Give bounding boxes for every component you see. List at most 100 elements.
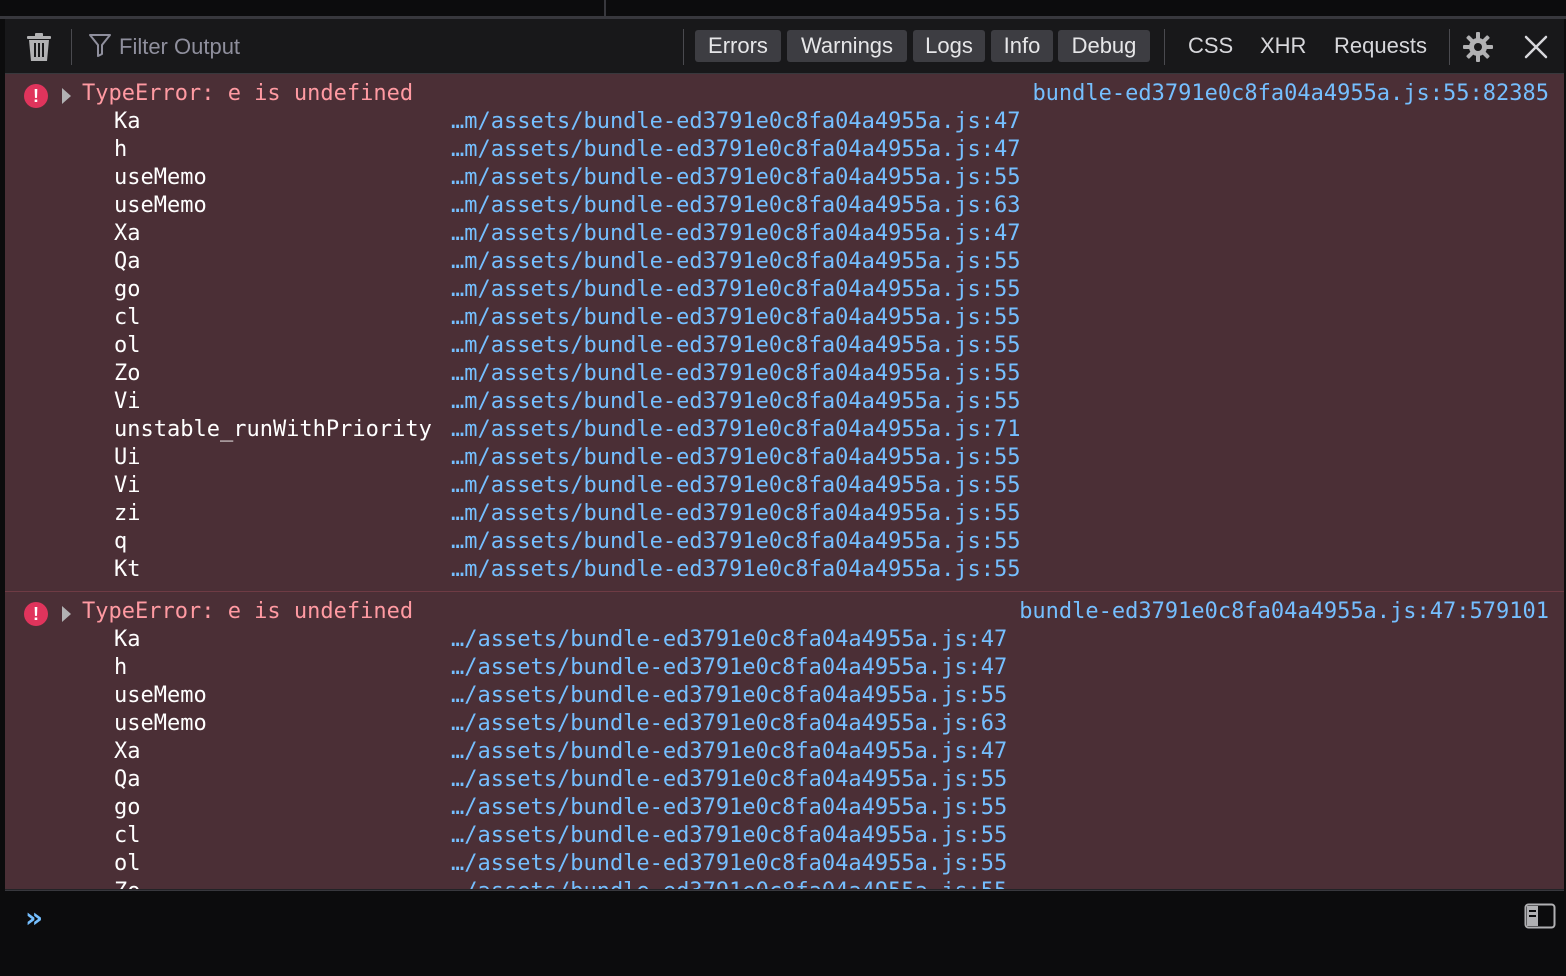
- filter-icon: [89, 33, 111, 61]
- stack-frame: q …m/assets/bundle-ed3791e0c8fa04a4955a.j…: [5, 528, 1564, 556]
- stack-frame: Xa …m/assets/bundle-ed3791e0c8fa04a4955a.…: [5, 220, 1564, 248]
- frame-function-name: ol: [114, 333, 141, 358]
- filter-errors-button[interactable]: Errors: [695, 30, 781, 62]
- stack-frame: zi …m/assets/bundle-ed3791e0c8fa04a4955a.…: [5, 500, 1564, 528]
- frame-source-link[interactable]: …m/assets/bundle-ed3791e0c8fa04a4955a.js…: [451, 108, 1021, 136]
- frame-function-name: go: [114, 277, 141, 302]
- console-toolbar: Errors Warnings Logs Info Debug CSS XHR …: [5, 19, 1564, 74]
- error-icon: !: [24, 602, 48, 626]
- stack-frame: Vi …m/assets/bundle-ed3791e0c8fa04a4955a.…: [5, 388, 1564, 416]
- frame-function-name: cl: [114, 823, 141, 848]
- frame-source-link[interactable]: …/assets/bundle-ed3791e0c8fa04a4955a.js:…: [451, 850, 1007, 878]
- stack-frame: h …/assets/bundle-ed3791e0c8fa04a4955a.js…: [5, 654, 1564, 682]
- frame-source-link[interactable]: …/assets/bundle-ed3791e0c8fa04a4955a.js:…: [451, 738, 1007, 766]
- stack-frame: ol …m/assets/bundle-ed3791e0c8fa04a4955a.…: [5, 332, 1564, 360]
- frame-source-link[interactable]: …/assets/bundle-ed3791e0c8fa04a4955a.js:…: [451, 822, 1007, 850]
- frame-function-name: Kt: [114, 557, 141, 582]
- filter-info-button[interactable]: Info: [991, 30, 1053, 62]
- stack-frame: Ka …m/assets/bundle-ed3791e0c8fa04a4955a.…: [5, 108, 1564, 136]
- stack-trace: Ka …m/assets/bundle-ed3791e0c8fa04a4955a.…: [5, 108, 1564, 584]
- prompt-chevron-icon: »: [25, 901, 44, 934]
- error-text: TypeError: e is undefined: [82, 81, 414, 106]
- error-source-link[interactable]: bundle-ed3791e0c8fa04a4955a.js:55:82385: [1032, 80, 1549, 108]
- filter-xhr-button[interactable]: XHR: [1260, 30, 1306, 62]
- toolbar-separator: [1449, 29, 1450, 65]
- frame-function-name: Xa: [114, 739, 141, 764]
- frame-source-link[interactable]: …m/assets/bundle-ed3791e0c8fa04a4955a.js…: [451, 472, 1021, 500]
- stack-frame: go …m/assets/bundle-ed3791e0c8fa04a4955a.…: [5, 276, 1564, 304]
- expand-arrow-icon[interactable]: [62, 88, 71, 104]
- frame-source-link[interactable]: …m/assets/bundle-ed3791e0c8fa04a4955a.js…: [451, 416, 1021, 444]
- frame-function-name: Vi: [114, 473, 141, 498]
- top-strip-divider: [604, 0, 606, 16]
- filter-css-button[interactable]: CSS: [1188, 30, 1233, 62]
- clear-console-trash-icon[interactable]: [22, 30, 56, 64]
- settings-gear-icon[interactable]: [1460, 29, 1496, 65]
- frame-source-link[interactable]: …/assets/bundle-ed3791e0c8fa04a4955a.js:…: [451, 766, 1007, 794]
- stack-frame: Zo …/assets/bundle-ed3791e0c8fa04a4955a.j…: [5, 878, 1564, 889]
- stack-frame: ol …/assets/bundle-ed3791e0c8fa04a4955a.j…: [5, 850, 1564, 878]
- top-strip: [0, 0, 1566, 19]
- stack-frame: Xa …/assets/bundle-ed3791e0c8fa04a4955a.j…: [5, 738, 1564, 766]
- frame-function-name: useMemo: [114, 193, 207, 218]
- frame-source-link[interactable]: …m/assets/bundle-ed3791e0c8fa04a4955a.js…: [451, 332, 1021, 360]
- frame-function-name: Vi: [114, 389, 141, 414]
- filter-output-input[interactable]: [117, 33, 421, 61]
- filter-requests-button[interactable]: Requests: [1334, 30, 1427, 62]
- console-panel: Errors Warnings Logs Info Debug CSS XHR …: [5, 19, 1564, 976]
- frame-source-link[interactable]: …m/assets/bundle-ed3791e0c8fa04a4955a.js…: [451, 164, 1021, 192]
- frame-function-name: unstable_runWithPriority: [114, 417, 432, 442]
- frame-function-name: Qa: [114, 767, 141, 792]
- console-input-area[interactable]: »: [5, 890, 1564, 976]
- error-icon: !: [24, 84, 48, 108]
- frame-source-link[interactable]: …/assets/bundle-ed3791e0c8fa04a4955a.js:…: [451, 626, 1007, 654]
- filter-logs-button[interactable]: Logs: [913, 30, 985, 62]
- frame-source-link[interactable]: …m/assets/bundle-ed3791e0c8fa04a4955a.js…: [451, 556, 1021, 584]
- stack-frame: useMemo …/assets/bundle-ed3791e0c8fa04a49…: [5, 710, 1564, 738]
- toolbar-separator: [1164, 29, 1165, 65]
- stack-frame: h …m/assets/bundle-ed3791e0c8fa04a4955a.j…: [5, 136, 1564, 164]
- frame-function-name: Ka: [114, 627, 141, 652]
- stack-frame: Kt …m/assets/bundle-ed3791e0c8fa04a4955a.…: [5, 556, 1564, 584]
- error-source-link[interactable]: bundle-ed3791e0c8fa04a4955a.js:47:579101: [1019, 598, 1549, 626]
- editor-mode-toggle-icon[interactable]: [1524, 903, 1556, 929]
- frame-source-link[interactable]: …m/assets/bundle-ed3791e0c8fa04a4955a.js…: [451, 136, 1021, 164]
- toolbar-separator: [71, 29, 72, 65]
- expand-arrow-icon[interactable]: [62, 606, 71, 622]
- frame-source-link[interactable]: …/assets/bundle-ed3791e0c8fa04a4955a.js:…: [451, 682, 1007, 710]
- filter-debug-button[interactable]: Debug: [1058, 30, 1150, 62]
- stack-frame: Qa …/assets/bundle-ed3791e0c8fa04a4955a.j…: [5, 766, 1564, 794]
- frame-source-link[interactable]: …/assets/bundle-ed3791e0c8fa04a4955a.js:…: [451, 878, 1007, 889]
- frame-function-name: zi: [114, 501, 141, 526]
- frame-source-link[interactable]: …/assets/bundle-ed3791e0c8fa04a4955a.js:…: [451, 710, 1007, 738]
- frame-source-link[interactable]: …m/assets/bundle-ed3791e0c8fa04a4955a.js…: [451, 444, 1021, 472]
- stack-frame: Zo …m/assets/bundle-ed3791e0c8fa04a4955a.…: [5, 360, 1564, 388]
- frame-source-link[interactable]: …m/assets/bundle-ed3791e0c8fa04a4955a.js…: [451, 304, 1021, 332]
- frame-source-link[interactable]: …m/assets/bundle-ed3791e0c8fa04a4955a.js…: [451, 360, 1021, 388]
- frame-function-name: go: [114, 795, 141, 820]
- frame-source-link[interactable]: …m/assets/bundle-ed3791e0c8fa04a4955a.js…: [451, 500, 1021, 528]
- frame-source-link[interactable]: …m/assets/bundle-ed3791e0c8fa04a4955a.js…: [451, 192, 1021, 220]
- error-message: ! TypeError: e is undefined bundle-ed379…: [5, 592, 1564, 889]
- frame-function-name: Xa: [114, 221, 141, 246]
- stack-trace: Ka …/assets/bundle-ed3791e0c8fa04a4955a.j…: [5, 626, 1564, 889]
- filter-warnings-button[interactable]: Warnings: [787, 30, 907, 62]
- stack-frame: cl …m/assets/bundle-ed3791e0c8fa04a4955a.…: [5, 304, 1564, 332]
- frame-source-link[interactable]: …m/assets/bundle-ed3791e0c8fa04a4955a.js…: [451, 528, 1021, 556]
- stack-frame: go …/assets/bundle-ed3791e0c8fa04a4955a.j…: [5, 794, 1564, 822]
- close-icon[interactable]: [1520, 31, 1552, 63]
- stack-frame: Vi …m/assets/bundle-ed3791e0c8fa04a4955a.…: [5, 472, 1564, 500]
- frame-source-link[interactable]: …m/assets/bundle-ed3791e0c8fa04a4955a.js…: [451, 388, 1021, 416]
- frame-source-link[interactable]: …m/assets/bundle-ed3791e0c8fa04a4955a.js…: [451, 276, 1021, 304]
- stack-frame: Ka …/assets/bundle-ed3791e0c8fa04a4955a.j…: [5, 626, 1564, 654]
- frame-source-link[interactable]: …/assets/bundle-ed3791e0c8fa04a4955a.js:…: [451, 654, 1007, 682]
- stack-frame: unstable_runWithPriority …m/assets/bundle…: [5, 416, 1564, 444]
- stack-frame: useMemo …m/assets/bundle-ed3791e0c8fa04a4…: [5, 192, 1564, 220]
- frame-source-link[interactable]: …/assets/bundle-ed3791e0c8fa04a4955a.js:…: [451, 794, 1007, 822]
- frame-function-name: q: [114, 529, 128, 554]
- toolbar-separator: [683, 29, 684, 65]
- stack-frame: cl …/assets/bundle-ed3791e0c8fa04a4955a.j…: [5, 822, 1564, 850]
- frame-source-link[interactable]: …m/assets/bundle-ed3791e0c8fa04a4955a.js…: [451, 248, 1021, 276]
- frame-function-name: ol: [114, 851, 141, 876]
- frame-source-link[interactable]: …m/assets/bundle-ed3791e0c8fa04a4955a.js…: [451, 220, 1021, 248]
